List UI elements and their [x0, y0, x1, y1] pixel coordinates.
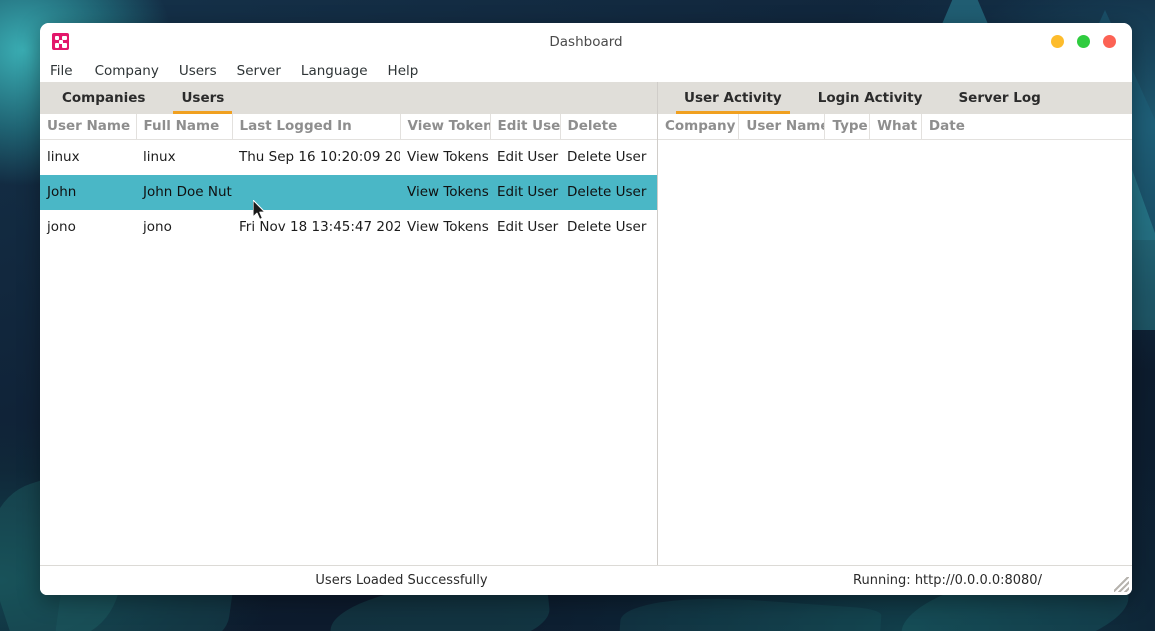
users-table-container: User Name Full Name Last Logged In View … — [40, 114, 657, 565]
resize-grip-icon[interactable] — [1114, 577, 1129, 592]
column-header-what[interactable]: What — [869, 114, 922, 140]
activity-table: Company User Name Type What Date — [658, 114, 1132, 140]
column-header-type[interactable]: Type — [824, 114, 871, 140]
menu-bar: File Company Users Server Language Help — [40, 59, 1132, 82]
tab-user-activity[interactable]: User Activity — [666, 82, 800, 114]
window-title: Dashboard — [549, 34, 623, 50]
cell-full-name: jono — [136, 209, 232, 245]
menu-item-users[interactable]: Users — [169, 61, 227, 81]
status-bar: Users Loaded Successfully Running: http:… — [40, 565, 1132, 595]
menu-item-file[interactable]: File — [50, 61, 85, 81]
cell-full-name: linux — [136, 139, 232, 175]
column-header-last-logged-in[interactable]: Last Logged In — [232, 114, 401, 140]
column-header-edit-user[interactable]: Edit User — [490, 114, 561, 140]
cell-view-tokens[interactable]: View Tokens — [400, 139, 490, 175]
activity-table-empty-area — [658, 140, 1132, 565]
cell-edit-user[interactable]: Edit User — [490, 209, 560, 245]
users-table-empty-area — [40, 244, 657, 565]
minimize-button[interactable] — [1051, 35, 1064, 48]
tab-users[interactable]: Users — [163, 82, 242, 114]
right-tab-bar: User Activity Login Activity Server Log — [658, 82, 1132, 114]
column-header-user-name[interactable]: User Name — [40, 114, 137, 140]
users-table: User Name Full Name Last Logged In View … — [40, 114, 657, 245]
column-header-date[interactable]: Date — [921, 114, 1132, 140]
cell-delete-user[interactable]: Delete User — [560, 209, 657, 245]
activity-table-container: Company User Name Type What Date — [658, 114, 1132, 565]
status-message: Users Loaded Successfully — [315, 573, 488, 588]
column-header-company[interactable]: Company — [658, 114, 740, 140]
tab-login-activity[interactable]: Login Activity — [800, 82, 941, 114]
table-row[interactable]: jono jono Fri Nov 18 13:45:47 2022 View … — [40, 209, 657, 245]
cell-user-name: John — [40, 174, 136, 210]
cell-view-tokens[interactable]: View Tokens — [400, 174, 490, 210]
title-bar[interactable]: Dashboard — [40, 23, 1132, 59]
column-header-delete[interactable]: Delete — [560, 114, 657, 140]
cell-user-name: jono — [40, 209, 136, 245]
cell-view-tokens[interactable]: View Tokens — [400, 209, 490, 245]
cell-delete-user[interactable]: Delete User — [560, 174, 657, 210]
cell-last-logged-in — [232, 174, 400, 210]
menu-item-help[interactable]: Help — [378, 61, 429, 81]
maximize-button[interactable] — [1077, 35, 1090, 48]
window-controls — [1051, 35, 1116, 48]
left-panel: Companies Users User Name Full Name Last… — [40, 82, 657, 565]
close-button[interactable] — [1103, 35, 1116, 48]
menu-item-language[interactable]: Language — [291, 61, 378, 81]
cell-last-logged-in: Fri Nov 18 13:45:47 2022 — [232, 209, 400, 245]
activity-table-header-row: Company User Name Type What Date — [658, 114, 1132, 140]
cell-full-name: John Doe Nuts — [136, 174, 232, 210]
users-table-header-row: User Name Full Name Last Logged In View … — [40, 114, 657, 140]
menu-item-server[interactable]: Server — [227, 61, 291, 81]
application-window: Dashboard File Company Users Server Lang… — [40, 23, 1132, 595]
column-header-user-name[interactable]: User Name — [738, 114, 826, 140]
menu-item-company[interactable]: Company — [85, 61, 169, 81]
main-content: Companies Users User Name Full Name Last… — [40, 82, 1132, 565]
cell-edit-user[interactable]: Edit User — [490, 139, 560, 175]
cell-edit-user[interactable]: Edit User — [490, 174, 560, 210]
table-row[interactable]: linux linux Thu Sep 16 10:20:09 2021 Vie… — [40, 139, 657, 175]
cell-last-logged-in: Thu Sep 16 10:20:09 2021 — [232, 139, 400, 175]
column-header-view-tokens[interactable]: View Tokens — [400, 114, 491, 140]
server-status-text: Running: http://0.0.0.0:8080/ — [853, 573, 1042, 588]
column-header-full-name[interactable]: Full Name — [136, 114, 233, 140]
wallpaper-foliage — [618, 591, 882, 631]
table-row[interactable]: John John Doe Nuts View Tokens Edit User… — [40, 174, 657, 210]
tab-server-log[interactable]: Server Log — [940, 82, 1058, 114]
cell-delete-user[interactable]: Delete User — [560, 139, 657, 175]
tab-companies[interactable]: Companies — [44, 82, 163, 114]
left-tab-bar: Companies Users — [40, 82, 657, 114]
cell-user-name: linux — [40, 139, 136, 175]
right-panel: User Activity Login Activity Server Log … — [658, 82, 1132, 565]
